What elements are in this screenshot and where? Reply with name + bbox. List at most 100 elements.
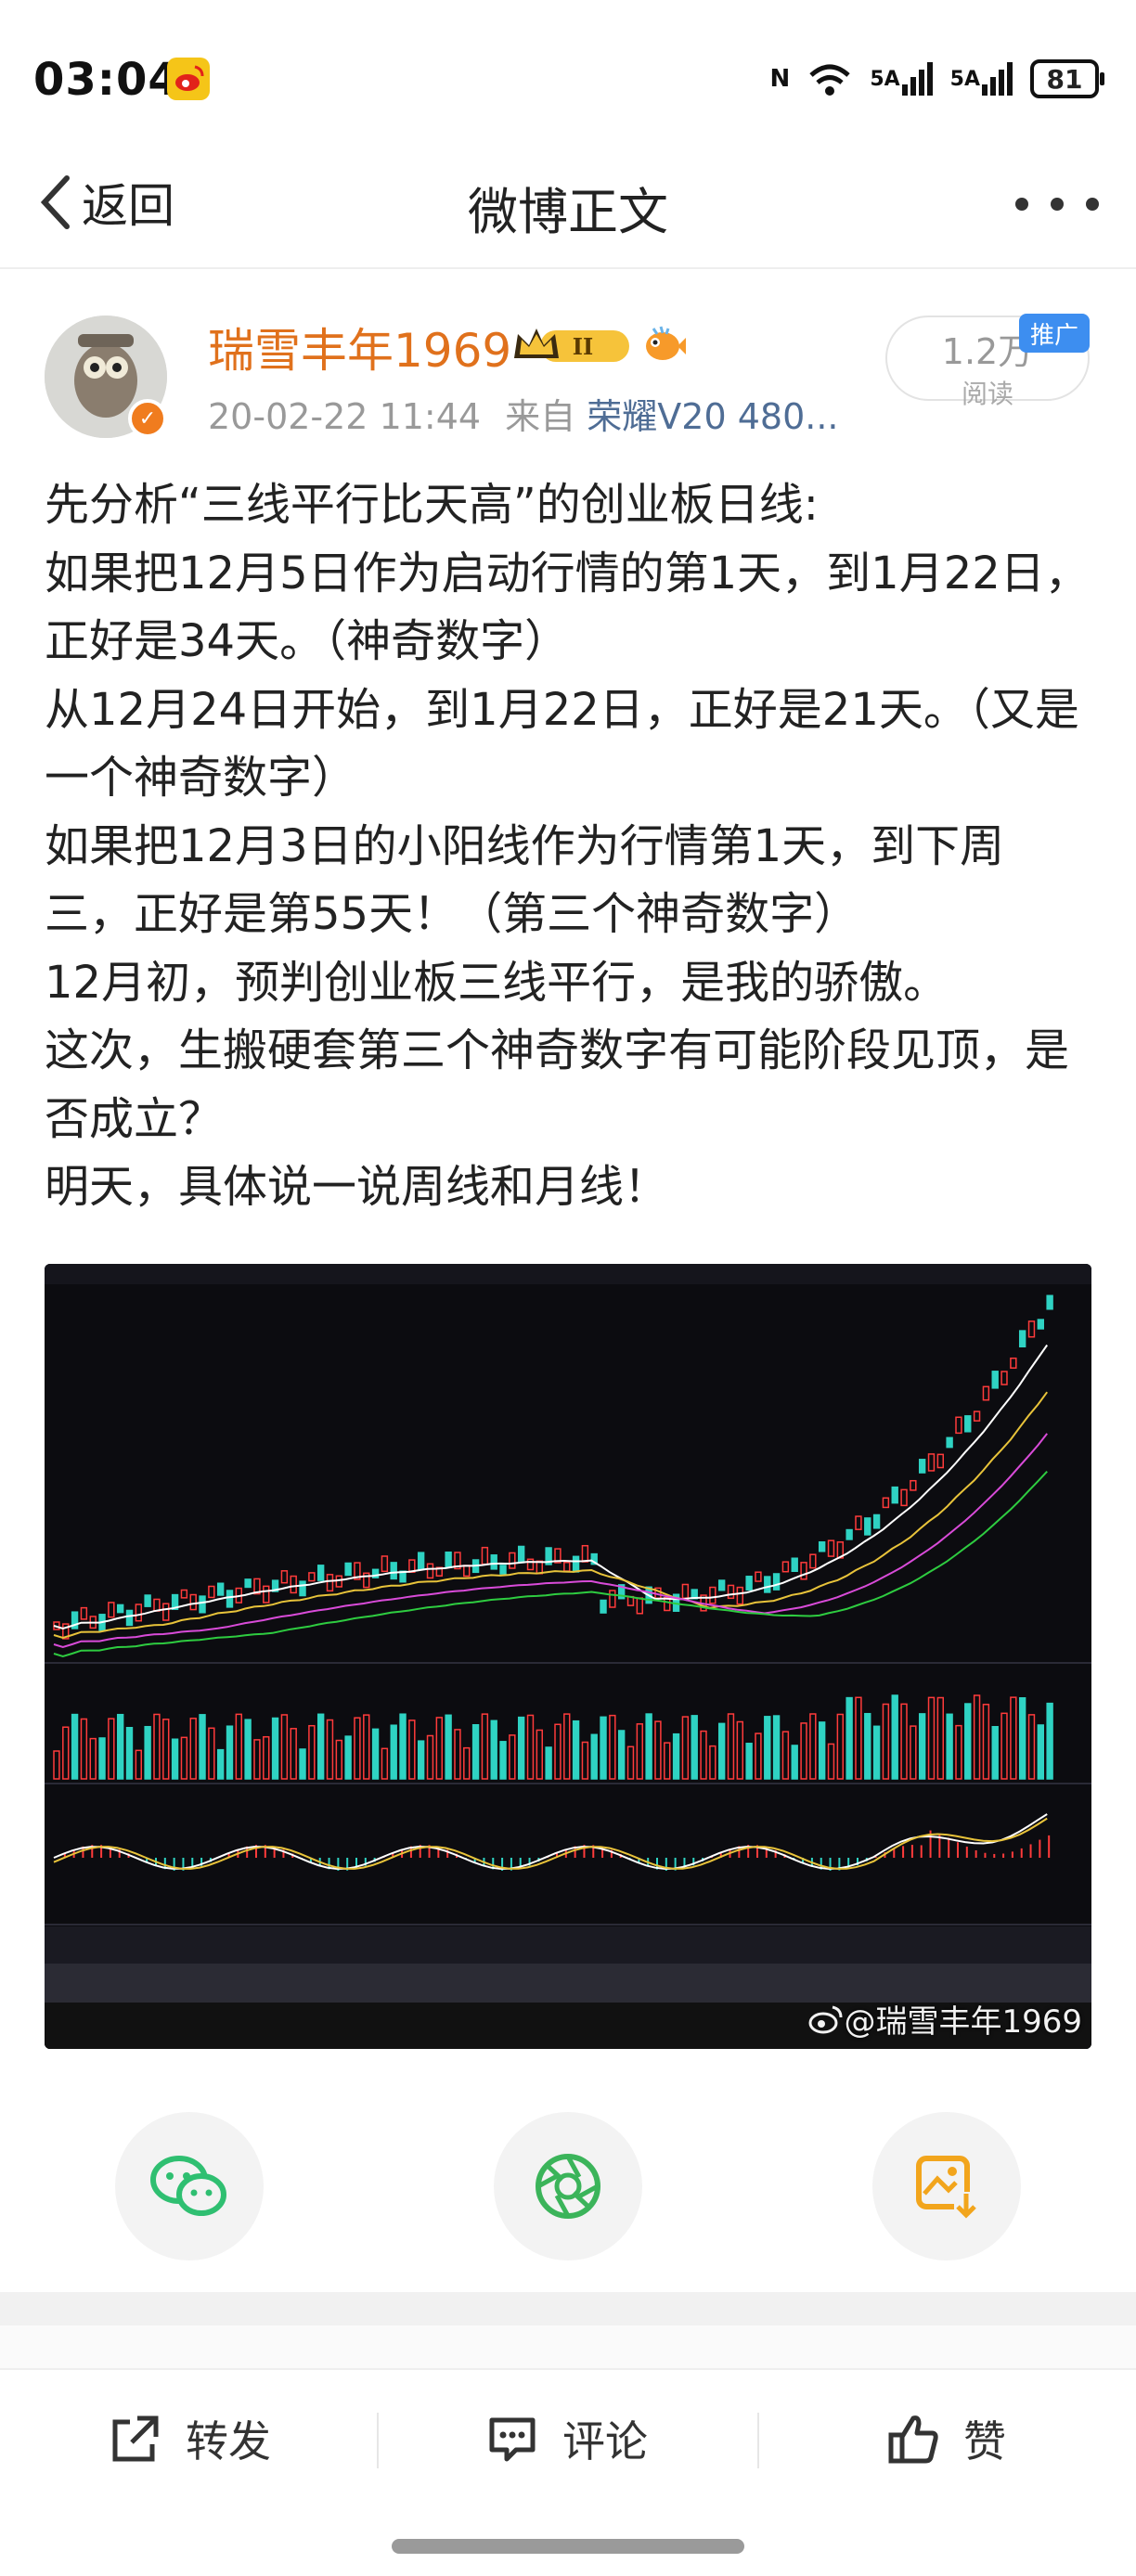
chart-candle — [991, 1371, 999, 1389]
status-time: 03:04 — [33, 54, 180, 106]
bottom-action-bar: 转发 评论 赞 — [0, 2368, 1136, 2507]
chart-candle — [964, 1415, 972, 1433]
weibo-logo-icon — [808, 2005, 843, 2033]
chart-volume-bar — [271, 1717, 279, 1780]
crown-level-badge-icon[interactable]: II — [512, 323, 633, 369]
repost-button[interactable]: 转发 — [110, 2402, 271, 2476]
chart-candle — [445, 1552, 452, 1568]
chart-volume-bar — [144, 1725, 151, 1780]
post-paragraph: 如果把12月5日作为启动行情的第1天，到1月22日，正好是34天。（神奇数字） — [45, 547, 1090, 668]
more-options-icon[interactable] — [1015, 167, 1099, 241]
chart-volume-bar — [445, 1714, 452, 1780]
comment-icon — [489, 2417, 536, 2462]
chart-volume-bar — [891, 1694, 898, 1780]
save-image-button[interactable] — [872, 2112, 1021, 2260]
chart-volume-bar — [244, 1719, 252, 1780]
chart-volume-bar — [846, 1696, 853, 1780]
thumbs-up-icon — [888, 2415, 938, 2464]
chart-candle — [144, 1594, 151, 1607]
chart-volume-bar — [390, 1724, 397, 1780]
device-link[interactable]: 荣耀V20 480... — [587, 396, 838, 437]
chart-candle — [600, 1599, 607, 1614]
chart-candle — [226, 1590, 234, 1608]
chart-volume-bar — [946, 1713, 953, 1780]
chart-volume-bar — [226, 1725, 234, 1780]
chart-volume-bar — [116, 1713, 124, 1780]
chart-volume-bar — [864, 1712, 871, 1780]
chart-candle — [846, 1528, 853, 1540]
wifi-icon — [807, 58, 853, 100]
chart-volume-bar — [918, 1713, 926, 1780]
chart-candle — [390, 1562, 397, 1580]
share-moments-button[interactable] — [494, 2112, 642, 2260]
chart-volume-bar — [125, 1726, 134, 1780]
chart-candle — [1018, 1330, 1026, 1348]
home-indicator[interactable] — [392, 2539, 744, 2554]
read-label: 阅读 — [961, 379, 1013, 409]
watermark-text: @瑞雪丰年1969 — [844, 2003, 1082, 2041]
fish-badge-icon[interactable] — [640, 321, 687, 367]
chart-candle — [316, 1565, 325, 1581]
chart-volume-bar — [818, 1721, 826, 1780]
chart-volume-bar — [745, 1743, 753, 1780]
chart-candle — [125, 1609, 134, 1627]
chart-candle — [572, 1555, 580, 1573]
chart-volume-bar — [572, 1719, 580, 1780]
chart-volume-bar — [371, 1728, 380, 1780]
chart-volume-bar — [517, 1716, 525, 1780]
post-timestamp: 20-02-22 11:44 — [208, 396, 482, 437]
page-title: 微博正文 — [468, 183, 668, 241]
wechat-icon — [150, 2156, 226, 2216]
chart-candle — [791, 1557, 798, 1572]
level-badge-text: II — [573, 333, 593, 360]
chart-volume-bar — [872, 1725, 881, 1780]
chart-candle — [244, 1578, 252, 1589]
nfc-icon: N — [769, 65, 791, 93]
chart-volume-bar — [471, 1724, 480, 1780]
post-paragraph: 12月初，预判创业板三线平行，是我的骄傲。 — [45, 956, 949, 1009]
signal-icon-2: 5A — [950, 58, 1013, 100]
chart-volume-bar — [299, 1748, 306, 1780]
chart-volume-bar — [672, 1732, 680, 1780]
repost-label: 转发 — [186, 2416, 271, 2467]
chart-volume-bar — [499, 1741, 507, 1780]
battery-icon: 81 — [1030, 59, 1104, 98]
post-body: 先分析“三线平行比天高”的创业板日线: 如果把12月5日作为启动行情的第1天，到… — [45, 471, 1093, 1222]
chart-volume-bar — [590, 1733, 598, 1780]
chart-volume-bar — [645, 1713, 652, 1780]
chart-volume-bar — [1037, 1724, 1045, 1780]
chart-candle — [499, 1565, 507, 1575]
chart-volume-bar — [991, 1726, 999, 1780]
divider — [757, 2413, 759, 2468]
author-header: ✓ 瑞雪丰年1969 II 20-02-22 11:44 来自 荣耀V20 48… — [0, 269, 1136, 445]
share-row — [0, 2112, 1136, 2260]
chart-volume-bar — [791, 1745, 798, 1780]
chart-candle — [772, 1573, 781, 1591]
chart-candle — [891, 1486, 898, 1504]
divider — [377, 2413, 379, 2468]
like-button[interactable]: 赞 — [887, 2402, 1006, 2476]
chart-volume-bar — [717, 1722, 726, 1780]
chart-candle — [116, 1604, 124, 1614]
like-label: 赞 — [963, 2416, 1006, 2467]
chart-candle — [764, 1576, 771, 1593]
author-name[interactable]: 瑞雪丰年1969 — [208, 314, 511, 380]
chart-candle — [872, 1513, 881, 1529]
chart-volume-bar — [545, 1746, 552, 1780]
share-wechat-button[interactable] — [115, 2112, 264, 2260]
chart-volume-bar — [171, 1738, 179, 1780]
chart-volume-bar — [98, 1737, 106, 1780]
promo-badge[interactable]: 推广 — [1019, 314, 1090, 353]
post-image-stock-chart-photo[interactable]: @瑞雪丰年1969 — [45, 1264, 1091, 2049]
post-paragraph: 先分析“三线平行比天高”的创业板日线: — [45, 479, 819, 531]
post-paragraph: 从12月24日开始，到1月22日，正好是21天。（又是一个神奇数字） — [45, 683, 1079, 805]
chart-volume-bar — [772, 1715, 781, 1780]
chart-volume-bar — [964, 1703, 972, 1780]
comment-button[interactable]: 评论 — [486, 2402, 648, 2476]
image-watermark: @瑞雪丰年1969 — [807, 1996, 1082, 2041]
chart-candle — [417, 1552, 425, 1570]
repost-icon — [112, 2415, 159, 2462]
chart-volume-bar — [399, 1713, 407, 1780]
status-icons: N 5A 5A 81 — [769, 58, 1104, 100]
chart-volume-bar — [417, 1740, 425, 1780]
